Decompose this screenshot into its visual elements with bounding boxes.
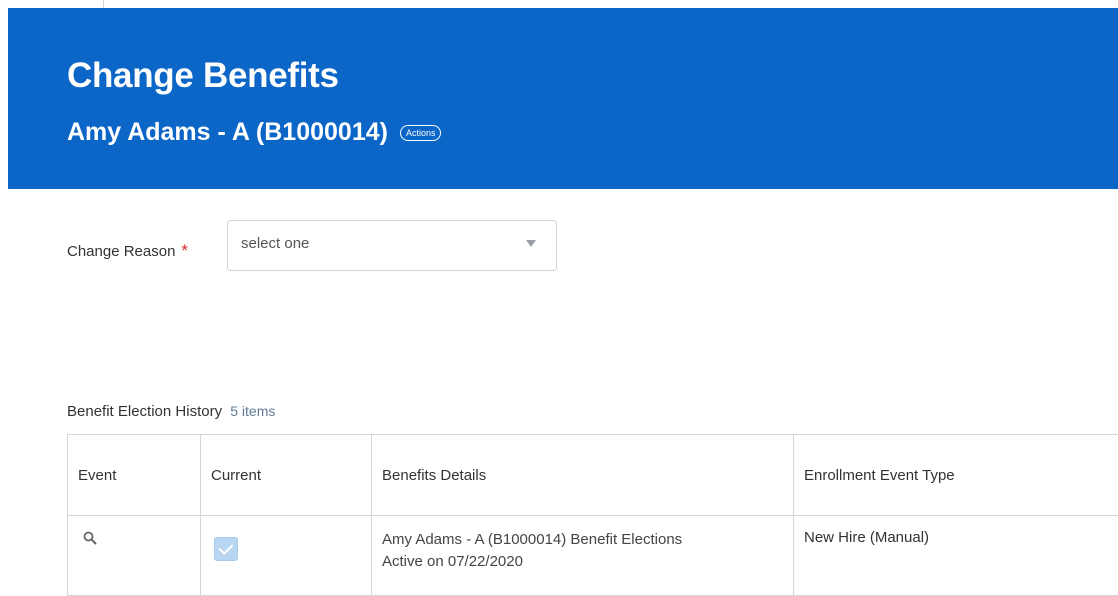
- divider: [103, 0, 104, 8]
- table-row: Amy Adams - A (B1000014) Benefit Electio…: [68, 516, 1118, 596]
- actions-button[interactable]: Actions: [400, 125, 442, 141]
- change-reason-row: Change Reason * select one: [67, 220, 196, 272]
- history-count: 5 items: [230, 403, 275, 419]
- table-header-row: Event Current Benefits Details Enrollmen…: [68, 435, 1118, 516]
- benefit-election-history-table: Event Current Benefits Details Enrollmen…: [67, 434, 1118, 596]
- history-title: Benefit Election History: [67, 403, 222, 420]
- page-header: Change Benefits Amy Adams - A (B1000014)…: [8, 8, 1118, 189]
- chevron-down-icon[interactable]: [526, 240, 536, 247]
- column-header-enrollment-event-type[interactable]: Enrollment Event Type: [794, 435, 1118, 516]
- benefits-details-line-2: Active on 07/22/2020: [382, 551, 793, 573]
- worker-subtitle: Amy Adams - A (B1000014) Actions: [67, 118, 441, 147]
- column-header-event[interactable]: Event: [68, 435, 201, 516]
- benefits-details-line-1[interactable]: Amy Adams - A (B1000014) Benefit Electio…: [382, 529, 793, 551]
- search-icon[interactable]: [83, 531, 97, 549]
- enrollment-event-type-cell: New Hire (Manual): [794, 516, 1118, 596]
- change-reason-label: Change Reason: [67, 243, 175, 260]
- history-heading: Benefit Election History 5 items: [67, 403, 275, 420]
- current-cell: [201, 516, 372, 596]
- checkbox-checked-icon: [214, 537, 238, 561]
- page-title: Change Benefits: [67, 56, 339, 96]
- column-header-current[interactable]: Current: [201, 435, 372, 516]
- event-cell: [68, 516, 201, 596]
- change-reason-select[interactable]: select one: [227, 220, 557, 271]
- benefits-details-cell: Amy Adams - A (B1000014) Benefit Electio…: [372, 516, 794, 596]
- required-indicator: *: [181, 241, 188, 261]
- select-placeholder: select one: [241, 235, 309, 252]
- enrollment-event-type-value: New Hire (Manual): [804, 529, 929, 546]
- top-strip: [0, 0, 1118, 8]
- worker-name[interactable]: Amy Adams - A (B1000014): [67, 118, 388, 147]
- column-header-benefits-details[interactable]: Benefits Details: [372, 435, 794, 516]
